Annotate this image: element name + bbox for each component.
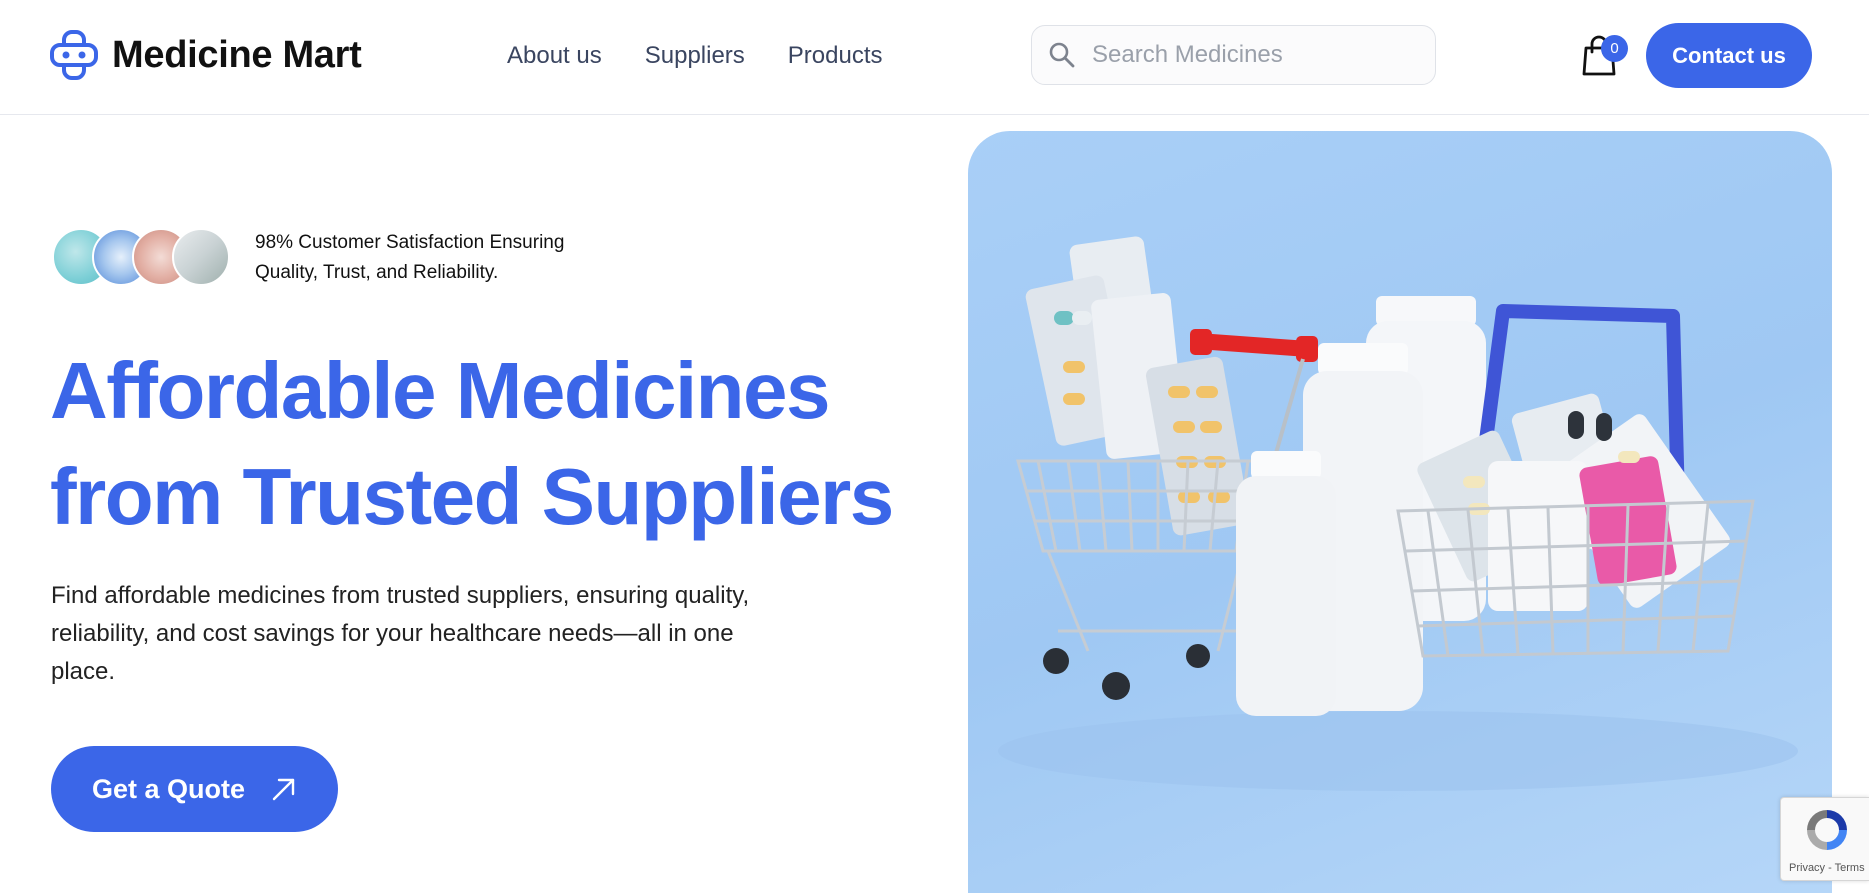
recaptcha-icon <box>1807 810 1847 850</box>
hero-title-line-1: Affordable Medicines <box>50 346 831 435</box>
nav-item-products[interactable]: Products <box>788 42 883 70</box>
brand-logo-link[interactable]: Medicine Mart <box>50 30 362 80</box>
hero-description: Find affordable medicines from trusted s… <box>51 582 750 685</box>
recaptcha-badge[interactable]: Privacy - Terms <box>1780 797 1869 881</box>
recaptcha-links[interactable]: Privacy - Terms <box>1789 862 1865 874</box>
search-icon <box>1049 42 1075 68</box>
medicine-cart-basket-illustration <box>998 236 1798 791</box>
satisfaction-line-2: Quality, Trust, and Reliability. <box>255 262 499 283</box>
contact-us-button[interactable]: Contact us <box>1646 23 1812 88</box>
search-input[interactable] <box>1092 41 1422 69</box>
cart-count-badge: 0 <box>1601 35 1628 62</box>
site-header: Medicine Mart About us Suppliers Product… <box>0 0 1869 115</box>
hero-image <box>968 131 1832 893</box>
search-box <box>1031 25 1436 85</box>
medical-cross-logo-icon <box>50 30 98 80</box>
customer-avatars <box>52 228 242 286</box>
get-a-quote-label: Get a Quote <box>91 773 246 804</box>
arrow-up-right-icon <box>272 778 295 801</box>
avatar <box>172 228 230 286</box>
get-a-quote-button[interactable]: Get a Quote <box>51 746 338 832</box>
nav-item-suppliers[interactable]: Suppliers <box>645 42 745 70</box>
brand-name: Medicine Mart <box>112 33 362 76</box>
satisfaction-line-1: 98% Customer Satisfaction Ensuring <box>255 232 565 253</box>
satisfaction-text: 98% Customer Satisfaction Ensuring Quali… <box>255 228 564 288</box>
hero-title-line-2: from Trusted Suppliers <box>50 452 894 541</box>
nav-item-about-us[interactable]: About us <box>507 42 602 70</box>
hero-title: Affordable Medicines from Trusted Suppli… <box>50 338 894 550</box>
main-nav: About us Suppliers Products <box>507 42 883 70</box>
